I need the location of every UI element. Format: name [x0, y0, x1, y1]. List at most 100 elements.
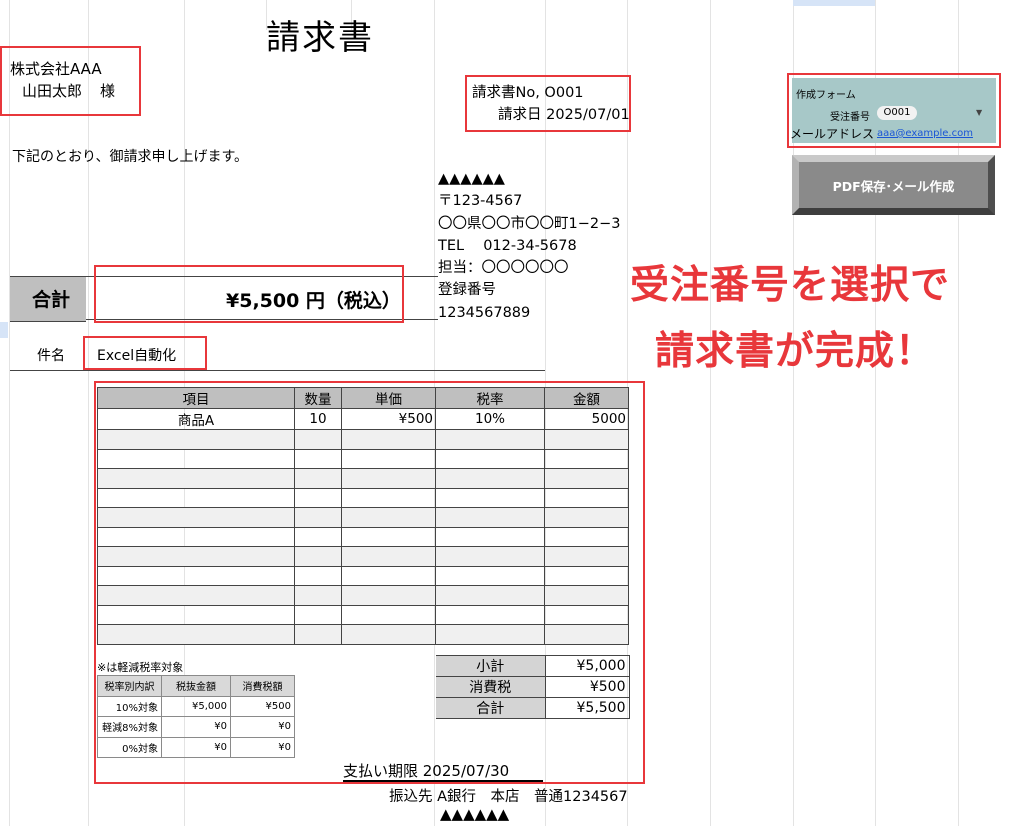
empty-cell[interactable]	[341, 468, 436, 489]
table-row	[97, 565, 629, 586]
empty-cell[interactable]	[435, 565, 545, 586]
sender-block: ▲▲▲▲▲▲ 〒123-4567 〇〇県〇〇市〇〇町1−2−3 TEL 012-…	[438, 168, 620, 324]
empty-cell[interactable]	[341, 565, 436, 586]
empty-cell[interactable]	[294, 604, 342, 625]
subtotal-label: 小計	[436, 655, 546, 677]
email-link[interactable]: aaa@example.com	[877, 128, 973, 139]
sender-postal: 〒123-4567	[438, 193, 523, 210]
empty-cell[interactable]	[341, 429, 436, 450]
table-row	[97, 507, 629, 528]
empty-cell[interactable]	[544, 429, 629, 450]
customer-person[interactable]: 山田太郎様	[22, 80, 115, 101]
items-header-tax-rate: 税率	[435, 387, 545, 409]
empty-cell[interactable]	[544, 624, 629, 645]
summary-table: 小計 ¥5,000 消費税 ¥500 合計 ¥5,500	[436, 655, 630, 719]
chevron-down-icon[interactable]: ▼	[976, 108, 982, 117]
table-row: 0%対象 ¥0 ¥0	[97, 736, 295, 758]
item-amount-cell[interactable]: 5000	[544, 408, 629, 430]
item-qty-cell[interactable]: 10	[294, 408, 342, 430]
intro-text: 下記のとおり、御請求申し上げます。	[12, 149, 249, 165]
empty-cell[interactable]	[97, 468, 295, 489]
empty-cell[interactable]	[97, 624, 295, 645]
empty-cell[interactable]	[544, 526, 629, 547]
tax-net-cell: ¥5,000	[161, 695, 231, 717]
empty-cell[interactable]	[97, 507, 295, 528]
item-tax-rate-cell[interactable]: 10%	[435, 408, 545, 430]
summary-row-subtotal: 小計 ¥5,000	[436, 655, 630, 677]
items-table: 項目 数量 単価 税率 金額 商品A 10 ¥500 10% 5000	[97, 387, 629, 645]
table-row	[97, 448, 629, 469]
empty-cell[interactable]	[294, 487, 342, 508]
empty-cell[interactable]	[544, 565, 629, 586]
empty-cell[interactable]	[97, 585, 295, 606]
customer-company[interactable]: 株式会社AAA	[10, 58, 102, 79]
empty-cell[interactable]	[435, 448, 545, 469]
table-row	[97, 429, 629, 450]
sender-reg-label: 登録番号	[438, 282, 496, 299]
empty-cell[interactable]	[341, 546, 436, 567]
empty-cell[interactable]	[435, 624, 545, 645]
total-value[interactable]: ¥5,500 円（税込）	[226, 286, 401, 313]
empty-cell[interactable]	[544, 546, 629, 567]
item-name-cell[interactable]: 商品A	[97, 408, 295, 430]
empty-cell[interactable]	[294, 468, 342, 489]
table-row: 商品A 10 ¥500 10% 5000	[97, 408, 629, 430]
invoice-date[interactable]: 請求日 2025/07/01	[498, 103, 630, 124]
empty-cell[interactable]	[544, 448, 629, 469]
empty-cell[interactable]	[294, 546, 342, 567]
empty-cell[interactable]	[544, 487, 629, 508]
empty-cell[interactable]	[294, 565, 342, 586]
empty-cell[interactable]	[294, 624, 342, 645]
empty-cell[interactable]	[97, 546, 295, 567]
item-unit-price-cell[interactable]: ¥500	[341, 408, 436, 430]
tax-rate-cell: 10%対象	[97, 695, 162, 717]
empty-cell[interactable]	[97, 565, 295, 586]
empty-cell[interactable]	[435, 585, 545, 606]
empty-cell[interactable]	[435, 507, 545, 528]
empty-cell[interactable]	[341, 507, 436, 528]
tax-value[interactable]: ¥500	[544, 676, 630, 698]
empty-cell[interactable]	[341, 604, 436, 625]
empty-cell[interactable]	[294, 585, 342, 606]
table-row	[97, 624, 629, 645]
tax-breakdown-header-rate: 税率別内訳	[97, 675, 162, 697]
empty-cell[interactable]	[294, 448, 342, 469]
empty-cell[interactable]	[435, 546, 545, 567]
due-date[interactable]: 支払い期限 2025/07/30	[343, 760, 509, 781]
empty-cell[interactable]	[97, 526, 295, 547]
empty-cell[interactable]	[294, 526, 342, 547]
pdf-save-email-button-label: PDF保存･メール作成	[832, 178, 955, 194]
empty-cell[interactable]	[294, 507, 342, 528]
items-header-amount: 金額	[544, 387, 629, 409]
empty-cell[interactable]	[435, 468, 545, 489]
grand-total-value[interactable]: ¥5,500	[544, 697, 630, 719]
subject-value[interactable]: Excel自動化	[97, 345, 176, 365]
subtotal-value[interactable]: ¥5,000	[544, 655, 630, 677]
empty-cell[interactable]	[435, 604, 545, 625]
reduced-tax-note: ※は軽減税率対象	[97, 661, 184, 674]
invoice-number[interactable]: 請求書No, O001	[472, 81, 584, 102]
empty-cell[interactable]	[544, 604, 629, 625]
empty-cell[interactable]	[97, 429, 295, 450]
empty-cell[interactable]	[544, 468, 629, 489]
empty-cell[interactable]	[341, 487, 436, 508]
empty-cell[interactable]	[544, 585, 629, 606]
empty-cell[interactable]	[341, 526, 436, 547]
empty-cell[interactable]	[435, 526, 545, 547]
empty-cell[interactable]	[341, 585, 436, 606]
empty-cell[interactable]	[97, 604, 295, 625]
table-row	[97, 546, 629, 567]
empty-cell[interactable]	[435, 487, 545, 508]
pdf-save-email-button[interactable]: PDF保存･メール作成	[792, 155, 995, 215]
order-number-select[interactable]: O001	[877, 106, 917, 120]
empty-cell[interactable]	[544, 507, 629, 528]
order-number-label: 受注番号	[830, 112, 870, 123]
empty-cell[interactable]	[341, 624, 436, 645]
table-row	[97, 487, 629, 508]
sender-address: 〇〇県〇〇市〇〇町1−2−3	[438, 215, 621, 232]
empty-cell[interactable]	[435, 429, 545, 450]
empty-cell[interactable]	[341, 448, 436, 469]
empty-cell[interactable]	[97, 448, 295, 469]
empty-cell[interactable]	[294, 429, 342, 450]
empty-cell[interactable]	[97, 487, 295, 508]
